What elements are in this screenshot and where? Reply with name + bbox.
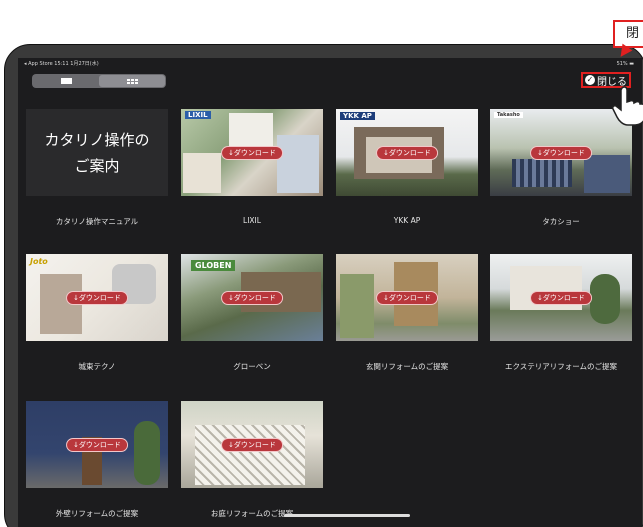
- catalog-card-label: カタリノ操作マニュアル: [55, 217, 139, 226]
- guide-thumbnail: カタリノ操作の ご案内: [26, 109, 168, 196]
- catalog-card-garden[interactable]: ↓ダウンロード お庭リフォームのご提案: [181, 401, 323, 518]
- status-bar: ◂ App Store 15:11 1月27日(水) 51% ▬: [18, 58, 642, 70]
- catalog-card-label: グローベン: [233, 362, 271, 371]
- download-badge[interactable]: ↓ダウンロード: [376, 145, 438, 160]
- home-indicator: [284, 514, 410, 517]
- catalog-card-globen[interactable]: GLOBEN ↓ダウンロード グローベン: [181, 254, 323, 371]
- catalog-thumbnail: ↓ダウンロード: [26, 401, 168, 488]
- catalog-thumbnail: ↓ダウンロード: [490, 254, 632, 341]
- catalog-thumbnail: ↓ダウンロード: [181, 401, 323, 488]
- download-badge[interactable]: ↓ダウンロード: [66, 290, 128, 305]
- pointing-hand-icon: [612, 86, 643, 126]
- callout-text: 閉: [626, 26, 640, 41]
- brand-logo-takasho: Takasho: [494, 112, 523, 118]
- check-circle-icon: ✓: [585, 75, 595, 85]
- catalog-thumbnail: LIXIL ↓ダウンロード: [181, 109, 323, 196]
- catalog-thumbnail: YKK AP ↓ダウンロード: [336, 109, 478, 196]
- catalog-thumbnail: Joto ↓ダウンロード: [26, 254, 168, 341]
- instruction-callout: 閉: [613, 20, 643, 48]
- catalog-card-lixil[interactable]: LIXIL ↓ダウンロード LIXIL: [181, 109, 323, 225]
- catalog-card-outer-wall[interactable]: ↓ダウンロード 外壁リフォームのご提案: [26, 401, 168, 518]
- download-badge[interactable]: ↓ダウンロード: [530, 290, 592, 305]
- app-screen: ◂ App Store 15:11 1月27日(水) 51% ▬ ✓ 閉じる カ…: [18, 58, 642, 527]
- catalog-card-label: LIXIL: [243, 216, 261, 225]
- download-badge[interactable]: ↓ダウンロード: [221, 290, 283, 305]
- download-badge[interactable]: ↓ダウンロード: [376, 290, 438, 305]
- single-view-button[interactable]: [33, 75, 99, 87]
- download-badge[interactable]: ↓ダウンロード: [221, 437, 283, 452]
- status-bar-left: ◂ App Store 15:11 1月27日(水): [24, 61, 99, 67]
- brand-logo-lixil: LIXIL: [185, 111, 211, 119]
- brand-logo-joto: Joto: [30, 257, 48, 266]
- single-view-icon: [60, 78, 72, 84]
- catalog-card-takasho[interactable]: Takasho ↓ダウンロード タカショー: [490, 109, 632, 226]
- catalog-card-label: 外壁リフォームのご提案: [55, 509, 139, 518]
- brand-logo-ykk: YKK AP: [340, 112, 375, 120]
- catalog-card-exterior[interactable]: ↓ダウンロード エクステリアリフォームのご提案: [490, 254, 632, 371]
- catalog-thumbnail: Takasho ↓ダウンロード: [490, 109, 632, 196]
- brand-logo-globen: GLOBEN: [191, 260, 236, 271]
- view-toggle[interactable]: [32, 74, 166, 88]
- grid-view-icon: [126, 78, 138, 84]
- catalog-card-label: YKK AP: [393, 216, 421, 225]
- download-badge[interactable]: ↓ダウンロード: [221, 145, 283, 160]
- download-badge[interactable]: ↓ダウンロード: [530, 145, 592, 160]
- catalog-thumbnail: GLOBEN ↓ダウンロード: [181, 254, 323, 341]
- grid-view-button[interactable]: [99, 75, 165, 87]
- catalog-card-ykk[interactable]: YKK AP ↓ダウンロード YKK AP: [336, 109, 478, 225]
- guide-title: カタリノ操作の ご案内: [44, 130, 150, 175]
- download-badge[interactable]: ↓ダウンロード: [66, 437, 128, 452]
- catalog-card-label: 城東テクノ: [78, 362, 116, 371]
- catalog-card-label: 玄関リフォームのご提案: [365, 362, 449, 371]
- catalog-thumbnail: ↓ダウンロード: [336, 254, 478, 341]
- catalog-card-label: タカショー: [542, 217, 580, 226]
- catalog-card-joto[interactable]: Joto ↓ダウンロード 城東テクノ: [26, 254, 168, 371]
- catalog-card-label: エクステリアリフォームのご提案: [504, 362, 618, 371]
- catalog-card-guide[interactable]: カタリノ操作の ご案内 カタリノ操作マニュアル: [26, 109, 168, 226]
- catalog-card-entrance[interactable]: ↓ダウンロード 玄関リフォームのご提案: [336, 254, 478, 371]
